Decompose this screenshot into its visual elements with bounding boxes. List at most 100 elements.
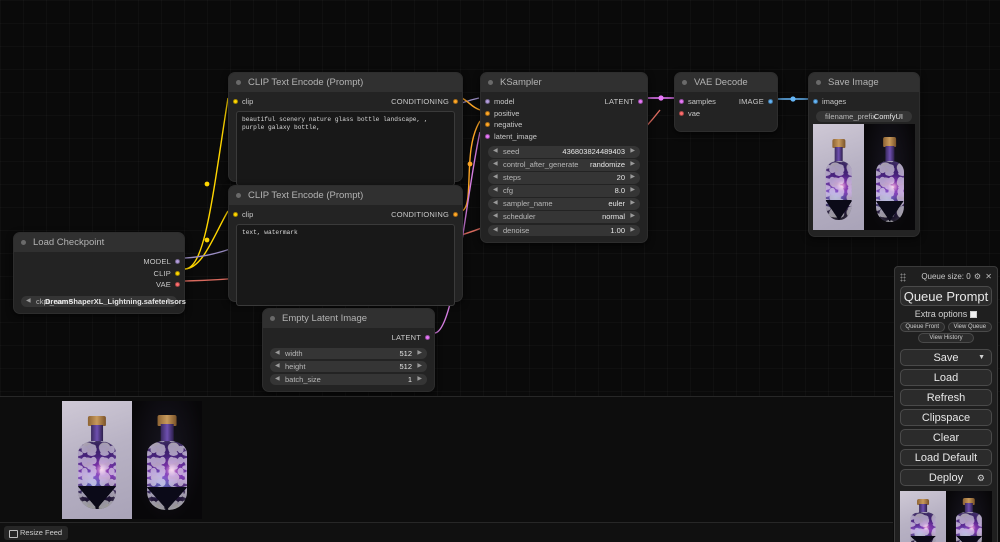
- input-socket-images[interactable]: images: [809, 96, 919, 108]
- increment-arrow-icon[interactable]: ▶: [630, 159, 635, 171]
- widget-denoise[interactable]: ◀ denoise 1.00 ▶: [488, 224, 640, 237]
- node-title[interactable]: KSampler: [481, 73, 647, 92]
- node-save-image[interactable]: Save Image images filename_prefix ComfyU…: [808, 72, 920, 237]
- increment-arrow-icon[interactable]: ▶: [417, 361, 422, 373]
- socket-dot-clip-input[interactable]: [233, 212, 238, 218]
- clipspace-button[interactable]: Clipspace: [900, 409, 992, 426]
- node-load-checkpoint[interactable]: Load Checkpoint MODEL CLIP VAE ◀ ckpt_na…: [13, 232, 186, 314]
- input-socket-negative[interactable]: negative: [481, 119, 647, 131]
- node-title[interactable]: Empty Latent Image: [263, 309, 434, 328]
- node-clip-text-encode-positive[interactable]: CLIP Text Encode (Prompt) clip CONDITION…: [228, 72, 463, 186]
- resize-feed-button[interactable]: Resize Feed: [4, 526, 69, 540]
- socket-dot-vae[interactable]: [679, 110, 684, 116]
- decrement-arrow-icon[interactable]: ◀: [493, 159, 498, 171]
- saved-image-2[interactable]: [864, 124, 915, 230]
- socket-dot-model[interactable]: [175, 259, 180, 265]
- clear-button[interactable]: Clear: [900, 429, 992, 446]
- node-empty-latent-image[interactable]: Empty Latent Image LATENT ◀ width 512 ▶ …: [262, 308, 435, 393]
- increment-arrow-icon[interactable]: ▶: [630, 172, 635, 184]
- increment-arrow-icon[interactable]: ▶: [417, 374, 422, 386]
- widget-batch-size[interactable]: ◀ batch_size 1 ▶: [270, 373, 427, 386]
- input-socket-latent-image[interactable]: latent_image: [481, 131, 647, 143]
- socket-dot-samples[interactable]: [679, 99, 684, 105]
- widget-seed[interactable]: ◀ seed 436803824489403 ▶: [488, 146, 640, 158]
- node-title[interactable]: CLIP Text Encode (Prompt): [229, 186, 462, 205]
- load-default-button[interactable]: Load Default: [900, 449, 992, 466]
- extra-options-checkbox[interactable]: [970, 311, 978, 318]
- socket-dot-clip-input[interactable]: [233, 99, 238, 105]
- node-title[interactable]: VAE Decode: [675, 73, 777, 92]
- input-socket-positive[interactable]: positive: [481, 108, 647, 120]
- gallery-image-2[interactable]: [946, 491, 992, 542]
- menu-image-gallery[interactable]: [900, 491, 992, 542]
- node-clip-text-encode-negative[interactable]: CLIP Text Encode (Prompt) clip CONDITION…: [228, 185, 463, 306]
- decrement-arrow-icon[interactable]: ◀: [275, 374, 280, 386]
- widget-height[interactable]: ◀ height 512 ▶: [270, 360, 427, 373]
- node-graph-canvas[interactable]: Load Checkpoint MODEL CLIP VAE ◀ ckpt_na…: [0, 0, 1000, 396]
- view-history-button[interactable]: View History: [918, 333, 974, 343]
- node-vae-decode[interactable]: VAE Decode samples IMAGE vae: [674, 72, 778, 132]
- increment-arrow-icon[interactable]: ▶: [630, 185, 635, 197]
- socket-dot-positive[interactable]: [485, 110, 490, 116]
- decrement-arrow-icon[interactable]: ◀: [26, 296, 31, 308]
- chevron-down-icon[interactable]: ▼: [978, 350, 985, 366]
- save-button[interactable]: Save ▼: [900, 349, 992, 366]
- increment-arrow-icon[interactable]: ▶: [630, 225, 635, 237]
- gear-icon[interactable]: ⚙: [977, 470, 985, 486]
- socket-dot-latent[interactable]: [425, 335, 430, 341]
- prompt-textarea-negative[interactable]: text, watermark: [236, 223, 455, 306]
- refresh-button[interactable]: Refresh: [900, 389, 992, 406]
- close-icon[interactable]: ✕: [985, 272, 992, 282]
- widget-sampler-name[interactable]: ◀ sampler_name euler ▶: [488, 198, 640, 210]
- widget-scheduler[interactable]: ◀ scheduler normal ▶: [488, 211, 640, 223]
- socket-dot-latent-output[interactable]: [638, 99, 643, 105]
- widget-control-after-generate[interactable]: ◀ control_after_generate randomize ▶: [488, 159, 640, 171]
- increment-arrow-icon[interactable]: ▶: [630, 146, 635, 158]
- feed-image-1[interactable]: [62, 400, 132, 519]
- output-socket-vae[interactable]: VAE: [14, 279, 184, 291]
- output-socket-clip[interactable]: CLIP: [14, 268, 184, 280]
- load-button[interactable]: Load: [900, 369, 992, 386]
- widget-filename-prefix[interactable]: filename_prefix ComfyUI: [816, 110, 912, 122]
- socket-dot-clip[interactable]: [175, 270, 180, 276]
- socket-dot-images[interactable]: [813, 99, 818, 105]
- socket-dot-negative[interactable]: [485, 122, 490, 128]
- image-feed-panel[interactable]: [0, 396, 893, 522]
- deploy-button[interactable]: Deploy ⚙: [900, 469, 992, 486]
- feed-resize-bar[interactable]: Resize Feed: [0, 522, 893, 542]
- decrement-arrow-icon[interactable]: ◀: [493, 146, 498, 158]
- socket-row-clip[interactable]: clip CONDITIONING: [229, 209, 462, 221]
- socket-row-model[interactable]: model LATENT: [481, 96, 647, 108]
- prompt-textarea-positive[interactable]: beautiful scenery nature glass bottle la…: [236, 110, 455, 186]
- saved-image-1[interactable]: [813, 124, 864, 230]
- increment-arrow-icon[interactable]: ▶: [417, 348, 422, 360]
- socket-dot-vae[interactable]: [175, 282, 180, 288]
- socket-row-clip[interactable]: clip CONDITIONING: [229, 96, 462, 108]
- socket-dot-conditioning-output[interactable]: [453, 212, 458, 218]
- widget-steps[interactable]: ◀ steps 20 ▶: [488, 172, 640, 184]
- decrement-arrow-icon[interactable]: ◀: [493, 198, 498, 210]
- decrement-arrow-icon[interactable]: ◀: [275, 361, 280, 373]
- extra-options-row[interactable]: Extra options: [900, 308, 992, 321]
- input-socket-vae[interactable]: vae: [675, 108, 777, 120]
- increment-arrow-icon[interactable]: ▶: [630, 211, 635, 223]
- decrement-arrow-icon[interactable]: ◀: [493, 211, 498, 223]
- increment-arrow-icon[interactable]: ▶: [167, 296, 172, 308]
- decrement-arrow-icon[interactable]: ◀: [275, 348, 280, 360]
- output-socket-model[interactable]: MODEL: [14, 256, 184, 268]
- node-title[interactable]: CLIP Text Encode (Prompt): [229, 73, 462, 92]
- socket-dot-model-input[interactable]: [485, 99, 490, 105]
- gear-icon[interactable]: ⚙: [974, 272, 981, 282]
- view-queue-button[interactable]: View Queue: [947, 322, 992, 332]
- queue-front-button[interactable]: Queue Front: [900, 322, 945, 332]
- comfyui-menu-panel[interactable]: Queue size: 0 ⚙ ✕ Queue Prompt Extra opt…: [894, 266, 998, 542]
- widget-ckpt-name[interactable]: ◀ ckpt_name DreamShaperXL_Lightning.safe…: [21, 295, 186, 308]
- decrement-arrow-icon[interactable]: ◀: [493, 172, 498, 184]
- decrement-arrow-icon[interactable]: ◀: [493, 225, 498, 237]
- saved-images-preview[interactable]: [813, 124, 915, 230]
- feed-image-2[interactable]: [132, 400, 202, 519]
- socket-dot-latent-image[interactable]: [485, 133, 490, 139]
- socket-dot-image-output[interactable]: [768, 99, 773, 105]
- decrement-arrow-icon[interactable]: ◀: [493, 185, 498, 197]
- widget-cfg[interactable]: ◀ cfg 8.0 ▶: [488, 185, 640, 197]
